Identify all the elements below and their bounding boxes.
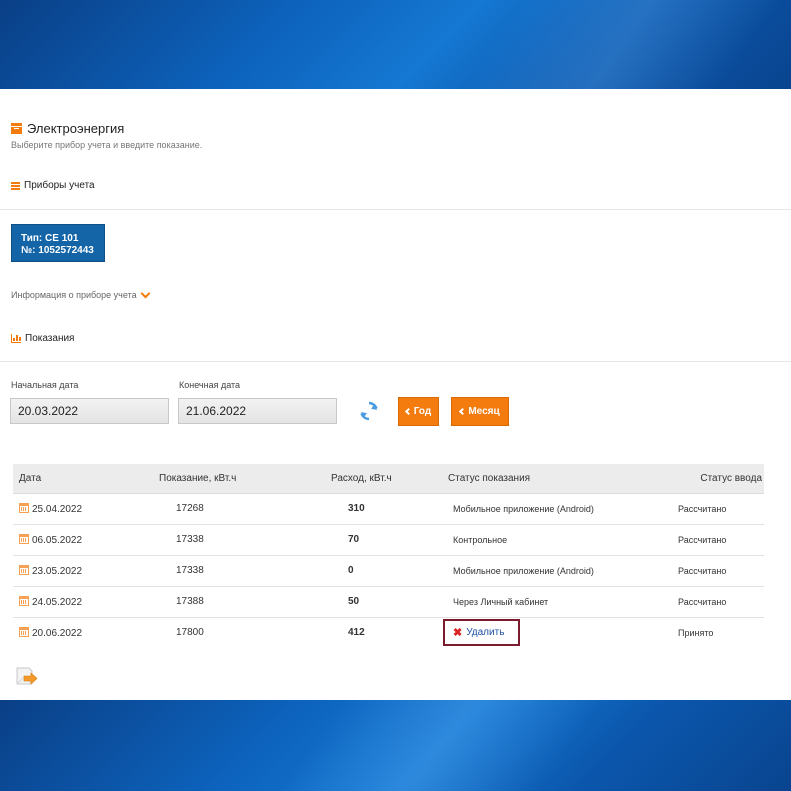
refresh-icon[interactable]	[358, 400, 380, 422]
row-input-status: Рассчитано	[672, 493, 764, 525]
row-reading: 17338	[135, 555, 305, 587]
row-reading: 17388	[135, 586, 305, 618]
row-reading: 17338	[135, 524, 305, 556]
header-background	[0, 0, 791, 89]
list-icon	[11, 181, 20, 190]
delete-reading-button[interactable]: ✖ Удалить	[443, 619, 521, 647]
page-subtitle: Выберите прибор учета и введите показани…	[11, 140, 203, 150]
row-usage: 0	[305, 555, 442, 587]
bar-chart-icon	[11, 334, 21, 343]
readings-section-title: Показания	[11, 333, 74, 344]
row-date: 24.05.2022	[32, 596, 83, 608]
table-header-row: Дата Показание, кВт.ч Расход, кВт.ч Стат…	[13, 464, 764, 494]
meter-number: №: 1052572443	[21, 245, 94, 256]
row-date: 25.04.2022	[32, 503, 83, 515]
delete-label: Удалить	[466, 627, 505, 639]
divider	[0, 361, 791, 362]
start-date-label: Начальная дата	[11, 380, 79, 390]
chevron-left-icon	[404, 407, 412, 416]
header-status: Статус показания	[442, 464, 672, 494]
month-button-label: Месяц	[468, 406, 500, 417]
month-button[interactable]: Месяц	[451, 397, 509, 426]
table-row: 06.05.2022 17338 70 Контрольное Рассчита…	[13, 524, 764, 556]
end-date-input[interactable]	[178, 398, 337, 424]
calendar-icon	[19, 626, 29, 637]
table-row: 23.05.2022 17338 0 Мобильное приложение …	[13, 555, 764, 587]
row-reading: 17268	[135, 493, 305, 525]
year-button[interactable]: Год	[398, 397, 439, 426]
meter-info-label: Информация о приборе учета	[11, 290, 137, 300]
page-title-row: Электроэнергия	[11, 121, 124, 136]
row-reading: 17800	[176, 627, 204, 639]
row-usage: 310	[305, 493, 442, 525]
main-panel: Электроэнергия Выберите прибор учета и в…	[0, 89, 791, 700]
header-input-status: Статус ввода	[672, 464, 764, 494]
meter-info-toggle[interactable]: Информация о приборе учета	[11, 288, 151, 300]
calendar-icon	[19, 502, 29, 513]
readings-section-label: Показания	[25, 333, 75, 344]
row-input-status: Принято	[678, 627, 714, 638]
page-title: Электроэнергия	[27, 121, 125, 136]
table-row: 24.05.2022 17388 50 Через Личный кабинет…	[13, 586, 764, 618]
meters-section-label: Приборы учета	[24, 180, 95, 191]
meter-card[interactable]: Тип: CE 101 №: 1052572443	[11, 224, 105, 262]
row-date: 23.05.2022	[32, 565, 83, 577]
calendar-icon	[19, 595, 29, 606]
divider	[0, 209, 791, 210]
table-row: 25.04.2022 17268 310 Мобильное приложени…	[13, 493, 764, 525]
title-box-icon	[11, 123, 22, 134]
row-status: Мобильное приложение (Android)	[442, 555, 672, 587]
meters-section-title: Приборы учета	[11, 180, 95, 191]
row-status: Через Личный кабинет	[442, 586, 672, 618]
readings-table: Дата Показание, кВт.ч Расход, кВт.ч Стат…	[13, 464, 764, 648]
header-usage: Расход, кВт.ч	[305, 464, 442, 494]
header-reading: Показание, кВт.ч	[135, 464, 305, 494]
calendar-icon	[19, 564, 29, 575]
row-input-status: Рассчитано	[672, 586, 764, 618]
chevron-down-icon	[140, 288, 151, 298]
row-date: 20.06.2022	[32, 627, 83, 639]
table-row: 20.06.2022 17800 412 ✖ Удалить Принято	[13, 617, 764, 648]
meter-type: Тип: CE 101	[21, 233, 79, 244]
row-usage: 50	[305, 586, 442, 618]
row-usage: 412	[348, 627, 365, 639]
delete-x-icon: ✖	[453, 627, 463, 640]
row-status: Контрольное	[442, 524, 672, 556]
row-status: Мобильное приложение (Android)	[442, 493, 672, 525]
end-date-label: Конечная дата	[179, 380, 241, 390]
start-date-input[interactable]	[10, 398, 169, 424]
header-date: Дата	[13, 464, 135, 494]
row-usage: 70	[305, 524, 442, 556]
export-icon[interactable]	[16, 665, 38, 687]
row-input-status: Рассчитано	[672, 524, 764, 556]
chevron-left-icon	[459, 407, 467, 416]
calendar-icon	[19, 533, 29, 544]
row-date: 06.05.2022	[32, 534, 83, 546]
row-input-status: Рассчитано	[672, 555, 764, 587]
footer-background	[0, 700, 791, 791]
year-button-label: Год	[413, 406, 432, 417]
